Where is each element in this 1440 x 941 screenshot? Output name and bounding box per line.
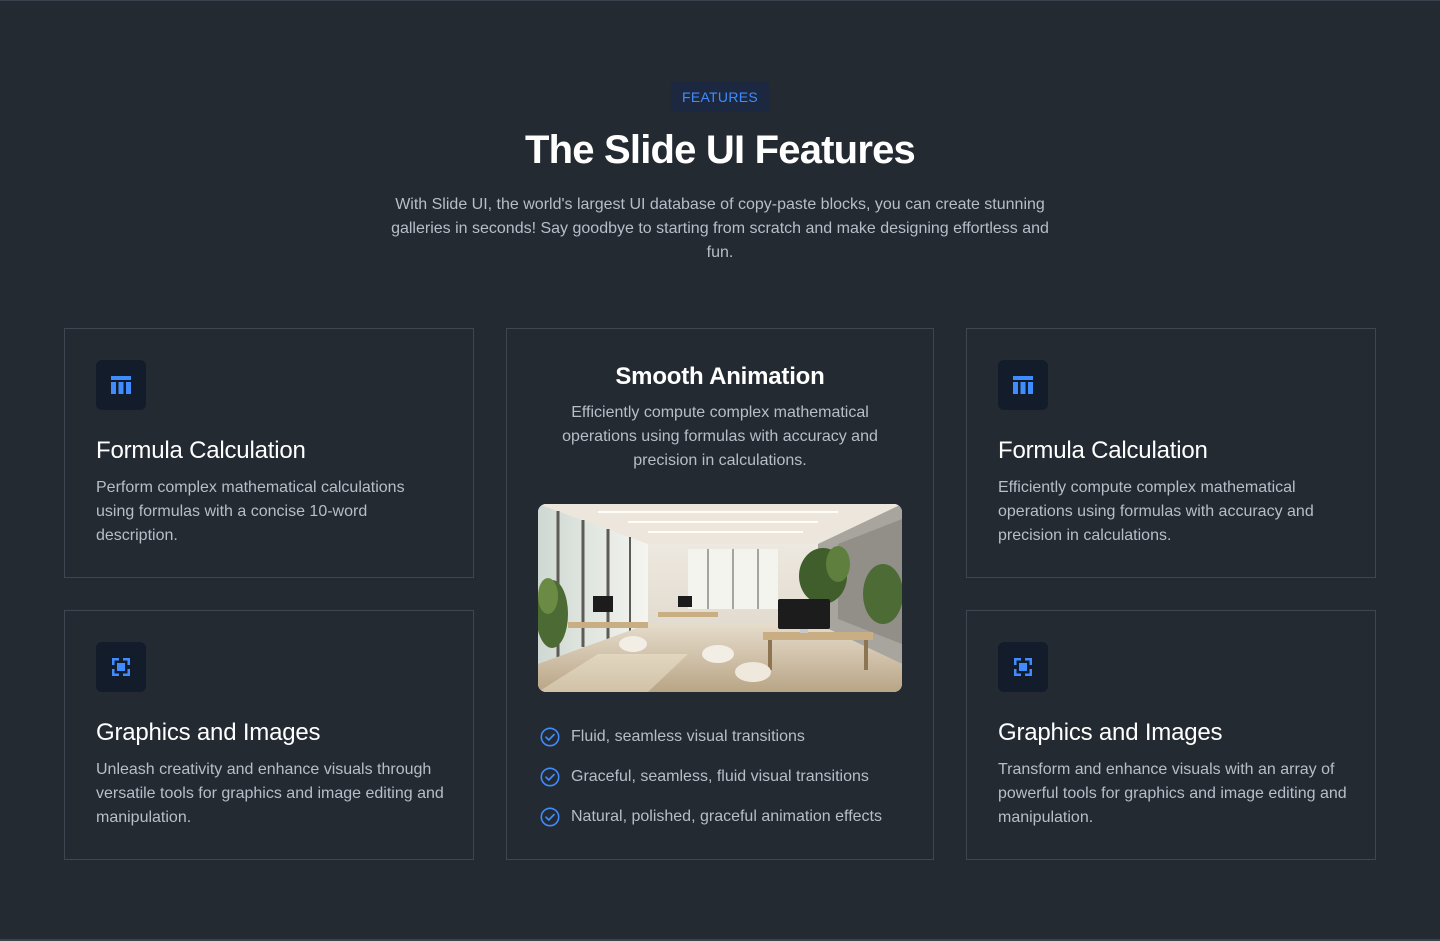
card-title: Graphics and Images [96, 719, 321, 746]
list-item-label: Fluid, seamless visual transitions [571, 728, 805, 745]
check-circle-icon [540, 807, 560, 827]
top-divider [0, 0, 1440, 1]
card-description: Unleash creativity and enhance visuals t… [96, 761, 444, 826]
feature-list: Fluid, seamless visual transitions Grace… [540, 725, 930, 845]
card-description: Efficiently compute complex mathematical… [998, 479, 1314, 544]
list-item: Natural, polished, graceful animation ef… [540, 805, 930, 829]
card-title: Formula Calculation [96, 437, 306, 464]
card-description: Transform and enhance visuals with an ar… [998, 761, 1347, 826]
feature-card-animation: Smooth Animation Efficiently compute com… [506, 328, 934, 860]
frame-icon [998, 642, 1048, 692]
feature-card-formula-left: Formula Calculation Perform complex math… [64, 328, 474, 578]
card-description: Perform complex mathematical calculation… [96, 479, 405, 544]
page-subtitle: With Slide UI, the world's largest UI da… [391, 196, 1049, 261]
list-item: Fluid, seamless visual transitions [540, 725, 930, 749]
check-circle-icon [540, 727, 560, 747]
card-title: Smooth Animation [615, 363, 825, 390]
table-icon [998, 360, 1048, 410]
feature-card-graphics-left: Graphics and Images Unleash creativity a… [64, 610, 474, 860]
frame-icon [96, 642, 146, 692]
table-icon [96, 360, 146, 410]
feature-card-formula-right: Formula Calculation Efficiently compute … [966, 328, 1376, 578]
card-title: Formula Calculation [998, 437, 1208, 464]
check-circle-icon [540, 767, 560, 787]
feature-card-graphics-right: Graphics and Images Transform and enhanc… [966, 610, 1376, 860]
card-title: Graphics and Images [998, 719, 1223, 746]
page-title: The Slide UI Features [525, 128, 916, 172]
list-item: Graceful, seamless, fluid visual transit… [540, 765, 930, 789]
features-badge: FEATURES [671, 81, 769, 112]
office-interior-photo [538, 504, 902, 692]
card-description: Efficiently compute complex mathematical… [562, 404, 878, 469]
list-item-label: Graceful, seamless, fluid visual transit… [571, 768, 869, 785]
list-item-label: Natural, polished, graceful animation ef… [571, 808, 882, 825]
